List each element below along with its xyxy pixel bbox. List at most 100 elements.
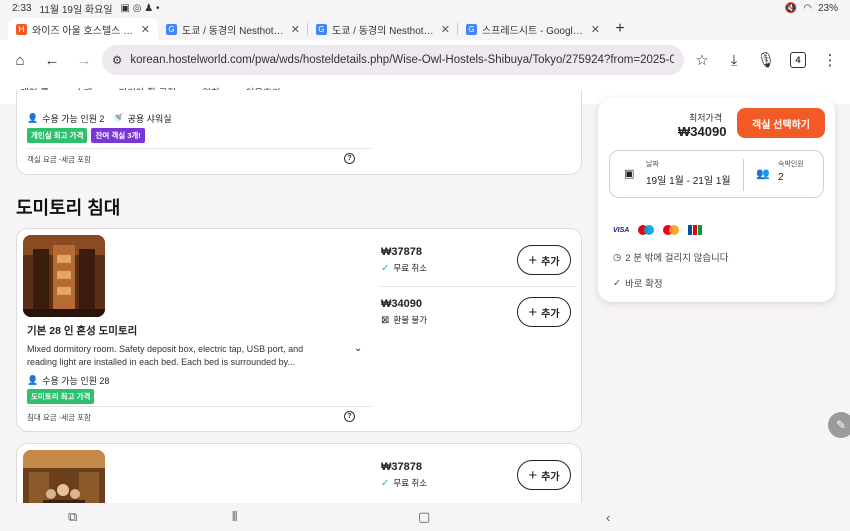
close-icon[interactable]: ✕ <box>141 23 150 36</box>
tab-switcher-button[interactable]: 4 <box>784 46 812 74</box>
price-tag: 개인실 최고 가격 <box>27 128 88 143</box>
close-icon[interactable]: ✕ <box>291 23 300 36</box>
availability-tag: 잔여 객실 3개! <box>91 128 145 143</box>
guests-label: 숙박인원 <box>778 161 804 168</box>
plus-icon: + <box>528 466 538 484</box>
plus-icon: + <box>528 303 538 321</box>
private-room-card: 👤 수용 가능 인원 2 🚿 공용 샤워실 개인실 최고 가격 잔여 객실 3개… <box>16 90 582 175</box>
back-button-icon[interactable]: ‹ <box>606 510 610 525</box>
more-menu-icon[interactable]: ⋮ <box>816 46 844 74</box>
google-favicon-icon: G <box>466 23 477 35</box>
select-room-button[interactable]: 객실 선택하기 <box>737 108 825 138</box>
check-icon: ✓ <box>381 477 390 489</box>
clock-icon: ◷ <box>613 251 622 263</box>
add-button[interactable]: + 추가 <box>517 460 571 490</box>
bathroom-text: 공용 샤워실 <box>127 114 172 124</box>
check-circle-icon: ✓ <box>613 277 621 289</box>
capacity-text: 수용 가능 인원 28 <box>42 376 110 386</box>
dorm-room-card: 기본 28 인 혼성 도미토리 Mixed dormitory room. Sa… <box>16 228 582 432</box>
tab-0[interactable]: H 와이즈 아울 호스텔스 시부야, S ✕ <box>8 18 158 40</box>
check-icon: ✓ <box>381 262 390 274</box>
price-tag: 도미토리 최고 가격 <box>27 389 95 404</box>
help-icon[interactable]: ? <box>344 153 355 164</box>
dorm-room-card: ₩37878 ✓ 무료 취소 + 추가 <box>16 443 582 503</box>
bookmark-star-icon[interactable]: ☆ <box>688 46 716 74</box>
tab-2[interactable]: G 도쿄 / 동경의 Nesthotel Tokyo ✕ <box>308 18 458 40</box>
tab-strip: H 와이즈 아울 호스텔스 시부야, S ✕ G 도쿄 / 동경의 Nestho… <box>0 16 850 40</box>
rate-price-flexible: ₩37878 <box>381 461 422 473</box>
shower-icon: 🚿 <box>112 113 124 123</box>
fee-note: 객실 요금 -세금 포함 <box>27 155 91 164</box>
feature-fast: 2 분 밖에 걸리지 않습니다 <box>625 253 729 264</box>
tab-1[interactable]: G 도쿄 / 동경의 Nesthotel Tokyo ✕ <box>158 18 308 40</box>
mute-icon: 🔇 <box>784 2 798 14</box>
page-content: 개인 룸 소개 지켜야 할 규정 위치 이용후기 👤 수용 가능 인원 2 🚿 … <box>0 80 850 503</box>
rate-price-flexible: ₩37878 <box>381 246 422 258</box>
site-settings-icon[interactable]: ⚙ <box>112 53 122 67</box>
home-icon[interactable]: ⌂ <box>6 46 34 74</box>
expand-chevron-icon[interactable]: ⌄ <box>354 343 362 354</box>
battery-label: 23% <box>817 2 838 14</box>
room-description: Mixed dormitory room. Safety deposit box… <box>27 344 304 367</box>
feature-instant: 바로 확정 <box>624 279 663 290</box>
cancellation-text: 환불 불가 <box>393 315 428 325</box>
plus-icon: + <box>528 251 538 269</box>
close-icon[interactable]: ✕ <box>441 23 450 36</box>
status-time: 2:33 <box>12 2 32 14</box>
room-name: 기본 28 인 혼성 도미토리 <box>27 325 138 337</box>
tab-title: 도쿄 / 동경의 Nesthotel Tokyo <box>182 25 286 37</box>
browser-toolbar: ⌂ ← → ⚙ korean.hostelworld.com/pwa/wds/h… <box>0 40 850 80</box>
tab-title: 와이즈 아울 호스텔스 시부야, S <box>32 25 136 37</box>
home-button-icon[interactable]: ▢ <box>418 509 430 525</box>
date-value: 19일 1월 - 21일 1월 <box>646 176 731 187</box>
new-tab-button[interactable]: + <box>608 18 632 40</box>
capacity-text: 수용 가능 인원 2 <box>42 114 105 124</box>
dorm-photo[interactable] <box>23 450 105 503</box>
date-label: 날짜 <box>646 161 659 168</box>
no-refund-icon: ⊠ <box>381 314 390 326</box>
hostelworld-favicon-icon: H <box>16 23 27 35</box>
date-picker[interactable]: 날짜 19일 1월 - 21일 1월 <box>646 159 731 187</box>
cancellation-text: 무료 취소 <box>393 263 428 273</box>
lowest-price-label: 최저가격 <box>689 113 723 123</box>
section-title: 도미토리 침대 <box>16 198 121 218</box>
screenshot-icon[interactable]: ⧉ <box>68 509 77 525</box>
wifi-icon: ◠ <box>803 2 812 14</box>
url-text: korean.hostelworld.com/pwa/wds/hosteldet… <box>130 54 674 66</box>
tab-title: 도쿄 / 동경의 Nesthotel Tokyo <box>332 25 436 37</box>
system-navigation-bar: ⧉ ⫴ ▢ ‹ <box>0 503 850 531</box>
jcb-icon <box>688 225 703 235</box>
guests-value: 2 <box>778 172 784 183</box>
visa-icon: VISA <box>613 226 630 234</box>
address-bar[interactable]: ⚙ korean.hostelworld.com/pwa/wds/hosteld… <box>102 45 684 75</box>
back-icon[interactable]: ← <box>38 46 66 74</box>
tab-3[interactable]: G 스프레드시트 - Google 검색 ✕ <box>458 18 608 40</box>
guests-icon: 👥 <box>756 168 770 180</box>
notification-icons: ▣ ◎ ♟ • <box>120 2 160 14</box>
google-favicon-icon: G <box>166 23 177 35</box>
rate-price-nonrefundable: ₩34090 <box>381 298 422 310</box>
tab-title: 스프레드시트 - Google 검색 <box>482 25 586 37</box>
close-icon[interactable]: ✕ <box>591 23 600 36</box>
microphone-icon[interactable]: 🎙 <box>752 46 780 74</box>
calendar-icon: ▣ <box>624 168 635 180</box>
date-guest-selector: ▣ 날짜 19일 1월 - 21일 1월 👥 숙박인원 2 <box>609 150 824 198</box>
guest-picker[interactable]: 숙박인원 2 <box>778 159 804 183</box>
recent-apps-icon[interactable]: ⫴ <box>232 509 237 525</box>
add-button[interactable]: + 추가 <box>517 245 571 275</box>
google-favicon-icon: G <box>316 23 327 35</box>
person-icon: 👤 <box>27 113 39 123</box>
forward-icon[interactable]: → <box>70 46 98 74</box>
mastercard-icon <box>663 225 680 235</box>
cancellation-text: 무료 취소 <box>393 478 428 488</box>
edit-pencil-icon[interactable]: ✎ <box>828 412 850 438</box>
maestro-icon <box>638 225 655 235</box>
fee-note: 침대 요금 -세금 포함 <box>27 413 91 422</box>
status-bar: 2:33 11월 19일 화요일 ▣ ◎ ♟ • 🔇 ◠ 23% <box>0 0 850 16</box>
person-icon: 👤 <box>27 375 39 385</box>
status-date: 11월 19일 화요일 <box>39 4 113 16</box>
dorm-photo[interactable] <box>23 235 105 317</box>
help-icon[interactable]: ? <box>344 411 355 422</box>
add-button[interactable]: + 추가 <box>517 297 571 327</box>
download-icon[interactable]: ⤓ <box>720 46 748 74</box>
